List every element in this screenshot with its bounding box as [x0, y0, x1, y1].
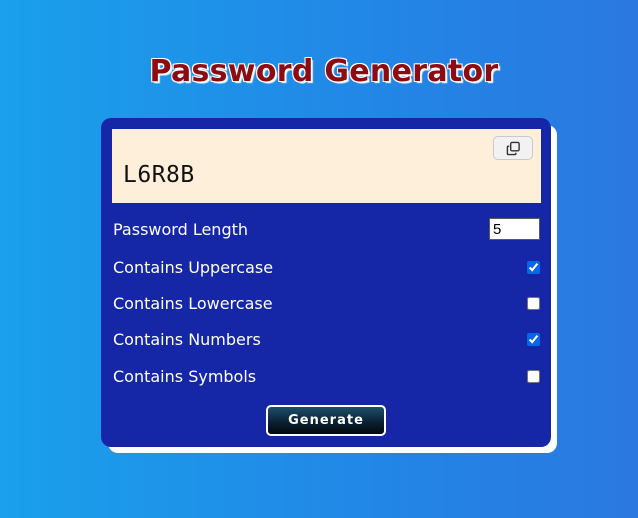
- lowercase-label: Contains Lowercase: [113, 294, 273, 313]
- numbers-label: Contains Numbers: [113, 330, 261, 349]
- setting-lowercase: Contains Lowercase: [113, 292, 540, 316]
- lowercase-checkbox[interactable]: [527, 297, 540, 310]
- generate-button[interactable]: Generate: [266, 405, 386, 436]
- uppercase-checkbox[interactable]: [527, 261, 540, 274]
- numbers-checkbox[interactable]: [527, 333, 540, 346]
- setting-numbers: Contains Numbers: [113, 328, 540, 352]
- setting-uppercase: Contains Uppercase: [113, 256, 540, 280]
- password-result-text: L6R8B: [123, 162, 195, 188]
- copy-icon: [506, 141, 520, 156]
- setting-symbols: Contains Symbols: [113, 365, 540, 389]
- password-result-box: L6R8B: [112, 129, 541, 203]
- page-title: Password Generator: [149, 54, 499, 89]
- length-input[interactable]: [489, 218, 540, 240]
- length-label: Password Length: [113, 220, 249, 239]
- copy-button[interactable]: [493, 136, 533, 160]
- symbols-checkbox[interactable]: [527, 370, 540, 383]
- generator-card: L6R8B Password Length Contains Uppercase…: [101, 118, 551, 447]
- setting-length: Password Length: [113, 218, 540, 242]
- uppercase-label: Contains Uppercase: [113, 258, 274, 277]
- symbols-label: Contains Symbols: [113, 367, 257, 386]
